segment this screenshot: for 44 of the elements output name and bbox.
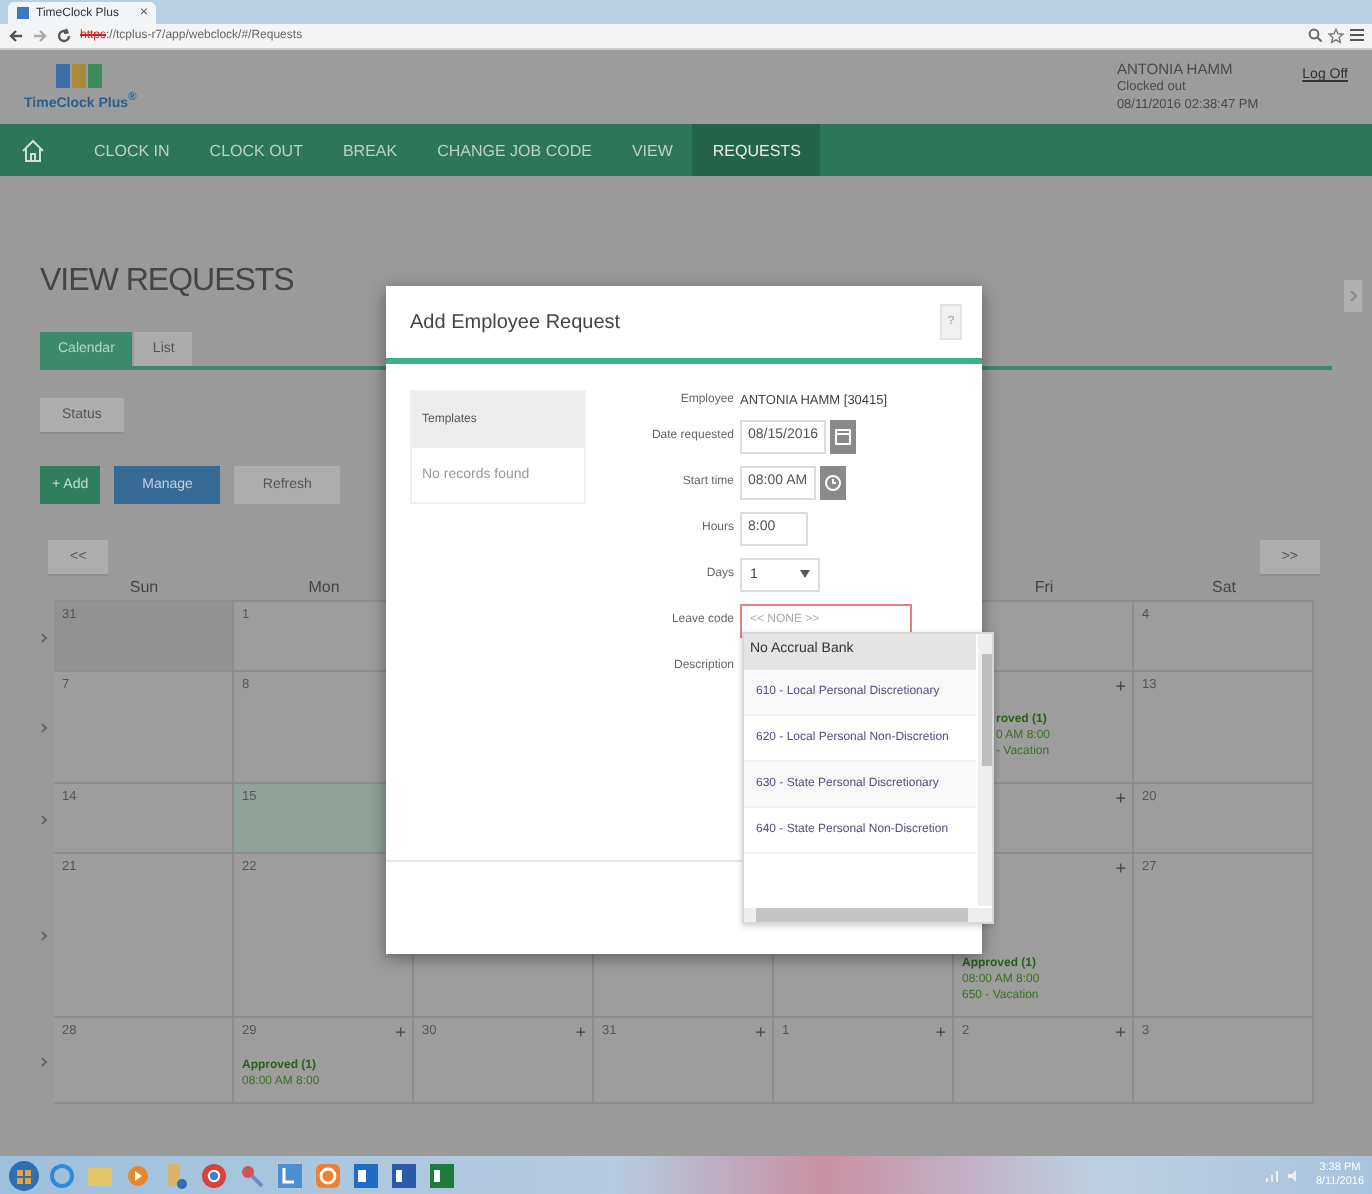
start-button[interactable] <box>8 1159 40 1191</box>
add-request-button[interactable]: + <box>1115 790 1126 808</box>
day-header: Sun <box>129 578 159 596</box>
reload-icon[interactable] <box>56 28 72 44</box>
add-request-button[interactable]: + <box>755 1024 766 1042</box>
zoom-icon[interactable] <box>1308 28 1322 42</box>
add-request-button[interactable]: + <box>1115 678 1126 696</box>
dialog-title: Add Employee Request <box>410 311 621 333</box>
page-title: VIEW REQUESTS <box>40 264 296 300</box>
add-request-button[interactable]: + <box>395 1024 406 1042</box>
vertical-scrollbar[interactable] <box>978 634 992 906</box>
expand-icon[interactable] <box>40 813 48 825</box>
day-header: Fri <box>1034 578 1054 596</box>
calendar-button[interactable] <box>830 419 857 453</box>
add-request-button[interactable]: + <box>935 1024 946 1042</box>
nav-item[interactable]: VIEW <box>611 124 693 176</box>
caret-icon <box>800 570 810 578</box>
add-request-button[interactable]: + <box>575 1024 586 1042</box>
sidebar-toggle[interactable] <box>1344 280 1362 312</box>
taskbar-globe-icon[interactable] <box>46 1159 78 1191</box>
day-header: Mon <box>308 578 340 596</box>
expand-icon[interactable] <box>40 1055 48 1067</box>
menu-icon[interactable] <box>1350 28 1364 42</box>
add-request-button[interactable]: + <box>1115 860 1126 878</box>
nav-item[interactable]: CLOCK OUT <box>189 124 323 176</box>
expand-icon[interactable] <box>40 930 48 942</box>
day-header: Sat <box>1211 578 1236 596</box>
clock-button[interactable] <box>819 465 846 499</box>
nav-item[interactable]: REQUESTS <box>692 124 821 176</box>
nav-item[interactable]: CHANGE JOB CODE <box>417 124 612 176</box>
expand-icon[interactable] <box>40 631 48 643</box>
forward-icon[interactable] <box>32 28 48 44</box>
page-icon <box>16 6 30 20</box>
nav-item[interactable]: CLOCK IN <box>74 124 190 176</box>
expand-icon[interactable] <box>40 722 48 734</box>
volume-icon[interactable] <box>1285 1167 1302 1183</box>
home-icon[interactable] <box>20 137 46 163</box>
logo-icon <box>56 63 105 88</box>
nav-item[interactable]: BREAK <box>322 124 418 176</box>
star-icon[interactable] <box>1328 28 1344 44</box>
back-icon[interactable] <box>8 28 24 44</box>
network-icon[interactable] <box>1263 1167 1280 1183</box>
horizontal-scrollbar[interactable] <box>744 908 992 922</box>
add-request-button[interactable]: + <box>1115 1024 1126 1042</box>
